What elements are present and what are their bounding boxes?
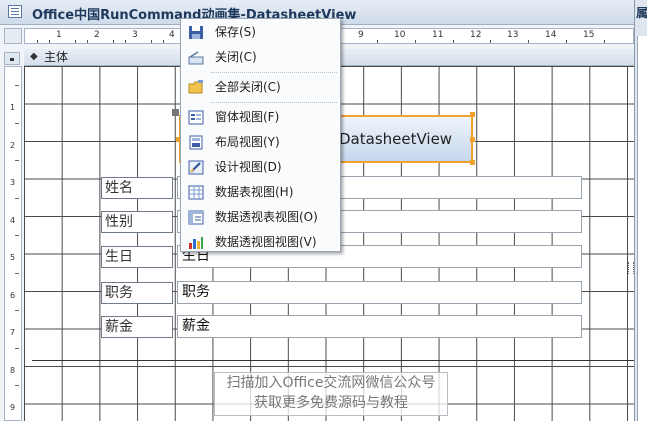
ruler-number: 2 [10,141,16,150]
field-textbox-position[interactable]: 职务 [177,281,582,304]
ruler-tick [15,198,19,199]
field-label-salary[interactable]: 薪金 [101,316,173,338]
menu-item-label: 全部关闭(C) [215,80,281,94]
vertical-ruler[interactable]: 1 2 3 4 5 6 7 8 9 [4,66,22,421]
menu-item-close[interactable]: 关闭(C) [182,45,339,70]
ruler-tick [15,235,19,236]
ruler-number: 1 [10,103,16,112]
design-view-icon [188,160,204,175]
splitter-grip[interactable] [628,262,634,274]
form-object-icon [8,5,22,18]
ruler-number: 13 [507,30,519,40]
resize-handle[interactable] [470,112,475,117]
ruler-tick [453,40,454,43]
ruler-number: 8 [10,366,16,375]
menu-item-form-view[interactable]: 窗体视图(F) [182,105,339,130]
ruler-number: 3 [10,178,16,187]
ruler-tick [75,40,76,43]
menu-item-pivot-chart-view[interactable]: 数据透视图视图(V) [182,230,339,255]
datasheet-view-icon [188,185,204,200]
form-view-icon [188,110,204,125]
close-doc-icon [188,51,204,65]
menu-item-label: 保存(S) [215,25,256,39]
property-sheet-pane: 属 [635,0,647,421]
menu-separator [211,102,337,103]
ruler-number: 3 [132,30,138,40]
ruler-tick [15,85,19,86]
ruler-tick [151,40,152,43]
ruler-number: 9 [358,30,364,40]
menu-item-label: 设计视图(D) [215,160,282,174]
ruler-tick [490,40,491,43]
menu-item-layout-view[interactable]: 布局视图(Y) [182,130,339,155]
ruler-tick [49,40,50,43]
ruler-tick [113,40,114,43]
ruler-number: 14 [545,30,557,40]
menu-item-save[interactable]: 保存(S) [182,20,339,45]
ruler-tick [15,123,19,124]
ruler-number: 4 [169,30,175,40]
folder-icon [188,80,203,94]
form-bottom-edge[interactable] [32,360,634,361]
ruler-number: 12 [470,30,482,40]
menu-item-label: 窗体视图(F) [215,110,280,124]
ruler-number: 5 [10,253,16,262]
ruler-tick [15,273,19,274]
menu-item-datasheet-view[interactable]: 数据表视图(H) [182,180,339,205]
ruler-tick [415,40,416,43]
ruler-number: 6 [10,291,16,300]
ruler-tick [604,40,605,43]
move-handle[interactable] [172,109,179,116]
field-label-position[interactable]: 职务 [101,282,173,304]
ruler-number: 9 [10,403,16,412]
field-label-birthday[interactable]: 生日 [101,246,173,268]
ruler-number: 1 [56,30,62,40]
ruler-tick [37,40,38,43]
watermark-line: 获取更多免费源码与教程 [254,395,408,411]
ruler-tick [377,40,378,43]
ruler-tick [15,385,19,386]
resize-handle[interactable] [470,137,475,142]
pivot-table-icon [188,210,204,225]
field-label-gender[interactable]: 性别 [101,211,173,233]
ruler-number: 10 [394,30,406,40]
resize-handle[interactable] [470,160,475,165]
menu-item-label: 数据透视表视图(O) [215,210,318,224]
menu-item-close-all[interactable]: 全部关闭(C) [182,75,339,100]
save-icon [189,26,203,39]
ruler-tick [15,348,19,349]
ruler-tick [528,40,529,43]
ruler-number: 4 [10,216,16,225]
pivot-chart-icon [189,237,203,249]
context-menu: 保存(S) 关闭(C) 全部关闭(C) 窗体视图(F) 布局视图(Y) 设计视图… [180,18,341,252]
ruler-tick [87,40,88,43]
section-selector[interactable] [4,52,20,65]
watermark-line: 扫描加入Office交流网微信公众号 [226,375,436,391]
ruler-number: 15 [583,30,595,40]
ruler-tick [15,310,19,311]
field-textbox-salary[interactable]: 薪金 [177,315,582,338]
ruler-number: 7 [10,328,16,337]
watermark-overlay: 扫描加入Office交流网微信公众号 获取更多免费源码与教程 [214,372,448,416]
ruler-tick [163,40,164,43]
ruler-number: 11 [432,30,444,40]
menu-item-pivot-table-view[interactable]: 数据透视表视图(O) [182,205,339,230]
ruler-tick [566,40,567,43]
menu-item-label: 布局视图(Y) [215,135,280,149]
section-label: 主体 [44,50,69,64]
menu-item-label: 关闭(C) [215,50,257,64]
ruler-corner[interactable] [4,28,22,44]
section-collapse-icon[interactable]: ◆ [30,51,38,63]
ruler-tick [15,160,19,161]
menu-item-label: 数据表视图(H) [215,185,294,199]
field-label-name[interactable]: 姓名 [101,177,173,199]
menu-separator [211,72,337,73]
menu-item-label: 数据透视图视图(V) [215,235,317,249]
ruler-tick [125,40,126,43]
ruler-number: 2 [94,30,100,40]
property-sheet-title: 属 [636,6,647,20]
menu-item-design-view[interactable]: 设计视图(D) [182,155,339,180]
layout-view-icon [189,135,203,150]
property-sheet-body[interactable] [637,36,647,421]
